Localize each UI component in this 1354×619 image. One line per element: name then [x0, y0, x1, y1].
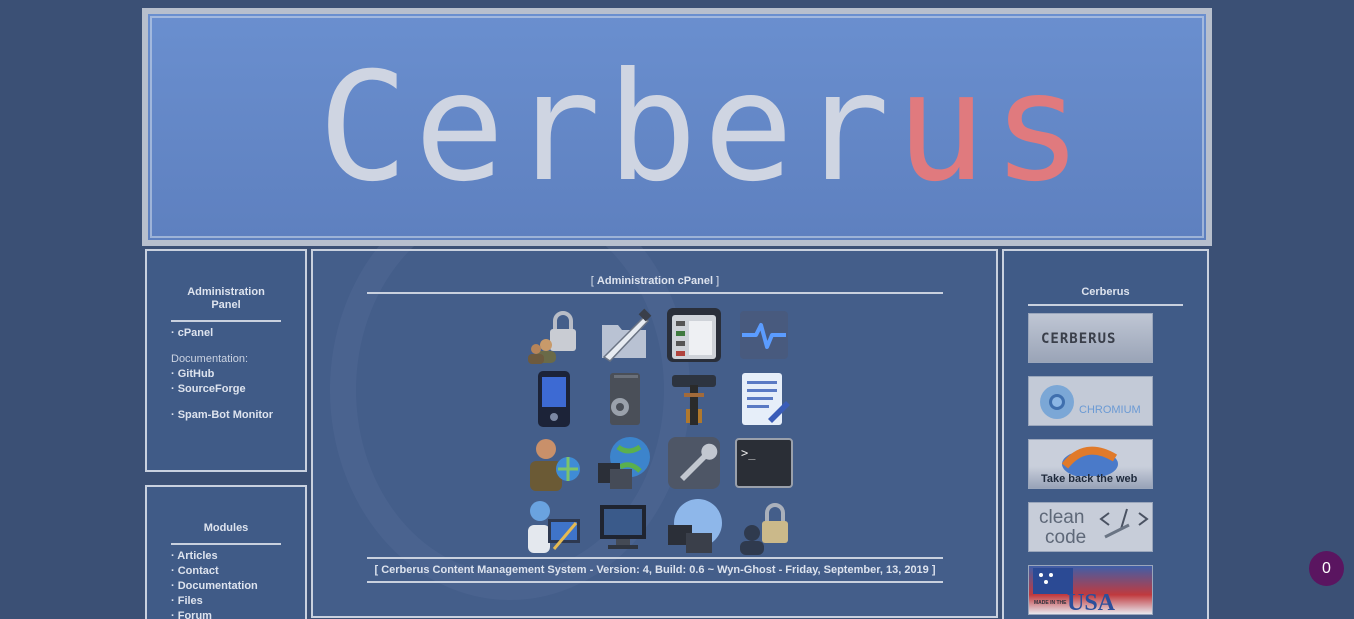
- github-link[interactable]: · GitHub: [171, 367, 273, 382]
- chromium-badge[interactable]: CHROMIUM: [1028, 376, 1153, 426]
- display-settings-icon[interactable]: [589, 495, 659, 559]
- firefox-badge[interactable]: Take back the web: [1028, 439, 1153, 489]
- cpanel-title: [ Administration cPanel ]: [367, 275, 943, 294]
- document-edit-icon[interactable]: [729, 367, 799, 431]
- terminal-icon[interactable]: >_: [729, 431, 799, 495]
- web-user-icon[interactable]: [519, 431, 589, 495]
- notification-counter[interactable]: 0: [1309, 551, 1344, 586]
- hammer-tool-icon[interactable]: [659, 367, 729, 431]
- sourceforge-link[interactable]: · SourceForge: [171, 382, 273, 397]
- modules-title: Modules: [171, 522, 281, 545]
- devices-globe-icon[interactable]: [659, 495, 729, 559]
- phone-device-icon[interactable]: [519, 367, 589, 431]
- module-forum-link[interactable]: · Forum: [171, 609, 258, 619]
- module-documentation-link[interactable]: · Documentation: [171, 579, 258, 594]
- chromium-badge-text: CHROMIUM: [1079, 404, 1141, 416]
- modules-list: · Articles · Contact · Documentation · F…: [171, 549, 258, 619]
- made-in-usa-badge[interactable]: MADE IN THE USA: [1028, 565, 1153, 615]
- spam-bot-monitor-link[interactable]: · Spam-Bot Monitor: [171, 408, 273, 423]
- admin-panel-box: Administration Panel · cPanel Documentat…: [145, 249, 307, 472]
- sidebar-title: Cerberus: [1028, 286, 1183, 306]
- monitor-pulse-icon[interactable]: [729, 303, 799, 367]
- module-files-link[interactable]: · Files: [171, 594, 258, 609]
- clean-text: clean: [1039, 507, 1085, 528]
- clean-code-badge[interactable]: clean code: [1028, 502, 1153, 552]
- cpanel-icon-grid: >_: [519, 303, 799, 559]
- cpanel-link[interactable]: · cPanel: [171, 326, 273, 341]
- firefox-logo-icon: [1061, 446, 1118, 476]
- chromium-logo-icon: [1040, 385, 1074, 419]
- made-in-text: MADE IN THE: [1034, 600, 1067, 606]
- firefox-badge-text: Take back the web: [1041, 473, 1138, 485]
- admin-panel-title: Administration Panel: [171, 286, 281, 322]
- user-lock-icon[interactable]: [729, 495, 799, 559]
- network-globe-icon[interactable]: [589, 431, 659, 495]
- svg-text:>_: >_: [741, 446, 756, 460]
- cerberus-badge[interactable]: CERBERUS: [1028, 313, 1153, 363]
- modules-box: Modules · Articles · Contact · Documenta…: [145, 485, 307, 619]
- cpanel-title-text: Administration cPanel: [596, 275, 714, 287]
- logo-main: Cerber: [318, 41, 896, 215]
- logo-accent: us: [895, 41, 1089, 215]
- documentation-label: Documentation:: [171, 353, 249, 365]
- users-lock-icon[interactable]: [519, 303, 589, 367]
- usa-text: USA: [1067, 590, 1116, 615]
- bracket-close: ]: [713, 275, 720, 287]
- cerberus-badge-text: CERBERUS: [1041, 331, 1117, 347]
- code-tag-icon: [1099, 508, 1149, 539]
- server-gear-icon[interactable]: [589, 367, 659, 431]
- version-footer: [ Cerberus Content Management System - V…: [367, 557, 943, 583]
- code-text: code: [1045, 527, 1087, 548]
- window-manager-icon[interactable]: [659, 303, 729, 367]
- admin-links: · cPanel Documentation: · GitHub · Sourc…: [171, 326, 273, 423]
- module-articles-link[interactable]: · Articles: [171, 549, 258, 564]
- cpanel-box: [ Administration cPanel ] >_ [Cerberus …: [311, 249, 998, 618]
- cerberus-logo: Cerberus: [318, 53, 1082, 203]
- wrench-icon[interactable]: [659, 431, 729, 495]
- header-banner: Cerberus: [142, 8, 1212, 246]
- cerberus-sidebar: Cerberus CERBERUS CHROMIUM Take back the…: [1002, 249, 1209, 619]
- knife-folder-icon[interactable]: [589, 303, 659, 367]
- module-contact-link[interactable]: · Contact: [171, 564, 258, 579]
- desktop-user-icon[interactable]: [519, 495, 589, 559]
